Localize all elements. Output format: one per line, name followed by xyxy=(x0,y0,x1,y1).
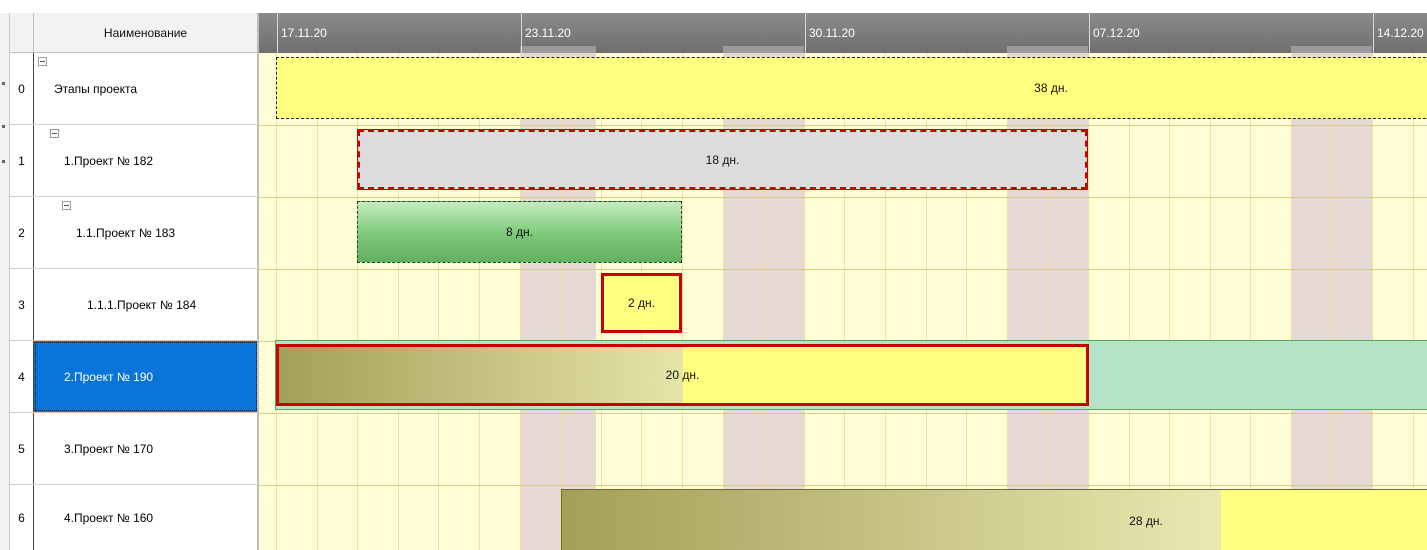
bar-progress-fill xyxy=(279,347,683,403)
day-gridline xyxy=(804,53,805,550)
weekend-marker xyxy=(1291,46,1372,53)
day-gridline xyxy=(885,53,886,550)
day-gridline xyxy=(1169,53,1170,550)
row-name-label: 2.Проект № 190 xyxy=(64,369,154,384)
weekend-marker xyxy=(723,46,804,53)
row-name[interactable]: 1.1.1.Проект № 184 xyxy=(34,269,258,340)
bar-duration-label: 20 дн. xyxy=(665,368,700,382)
row-gridline xyxy=(259,269,1427,270)
edge-marker xyxy=(2,125,5,128)
weekend-column xyxy=(520,53,596,550)
day-gridline xyxy=(844,53,845,550)
day-gridline xyxy=(1372,53,1373,550)
row-number: 3 xyxy=(10,269,34,340)
day-gridline xyxy=(560,53,561,550)
collapse-icon[interactable] xyxy=(50,129,59,138)
bar-duration-label: 18 дн. xyxy=(705,152,740,167)
gantt-bar-project-160[interactable]: 28 дн. xyxy=(561,489,1427,550)
name-column-header-label: Наименование xyxy=(103,25,188,40)
timeline-date-label: 30.11.20 xyxy=(805,13,855,53)
day-gridline xyxy=(926,53,927,550)
name-column-header[interactable]: Наименование xyxy=(34,13,258,53)
row-name[interactable]: 2.Проект № 190 xyxy=(34,341,258,412)
gantt-bar-project-190[interactable]: 20 дн. xyxy=(276,344,1089,406)
row-gridline xyxy=(259,197,1427,198)
row-name[interactable]: 1.1.Проект № 183 xyxy=(34,197,258,268)
day-gridline xyxy=(398,53,399,550)
day-gridline xyxy=(966,53,967,550)
row-gridline xyxy=(259,413,1427,414)
bar-duration-label: 28 дн. xyxy=(1129,514,1163,528)
day-gridline xyxy=(438,53,439,550)
gantt-bar-stages[interactable]: 38 дн. xyxy=(276,57,1427,119)
day-gridline xyxy=(763,53,764,550)
table-row-selected[interactable]: 4 2.Проект № 190 xyxy=(10,341,258,413)
row-name-label: 3.Проект № 170 xyxy=(64,441,154,456)
day-gridline xyxy=(1413,53,1414,550)
day-gridline xyxy=(317,53,318,550)
day-gridline xyxy=(357,53,358,550)
timeline-date-label: 07.12.20 xyxy=(1089,13,1140,53)
gantt-bar-project-182[interactable]: 18 дн. xyxy=(357,129,1088,190)
row-name[interactable]: Этапы проекта xyxy=(34,53,258,124)
timeline-date-label: 14.12.20 xyxy=(1373,13,1424,53)
weekend-marker xyxy=(1007,46,1088,53)
row-name-label: 1.1.1.Проект № 184 xyxy=(87,297,197,312)
table-row[interactable]: 1 1.Проект № 182 xyxy=(10,125,258,197)
row-number: 5 xyxy=(10,413,34,484)
top-strip xyxy=(0,0,258,13)
timeline-date-label: 17.11.20 xyxy=(277,13,327,53)
day-gridline xyxy=(1291,53,1292,550)
row-name-label: 1.1.Проект № 183 xyxy=(76,225,176,240)
day-gridline xyxy=(682,53,683,550)
row-number: 1 xyxy=(10,125,34,196)
gantt-chart-area[interactable]: 17.11.20 23.11.20 30.11.20 07.12.20 14.1… xyxy=(258,13,1427,550)
bar-duration-label: 2 дн. xyxy=(628,296,655,310)
row-name[interactable]: 4.Проект № 160 xyxy=(34,485,258,550)
row-number-header[interactable] xyxy=(10,13,34,53)
timeline-date-label: 23.11.20 xyxy=(521,13,571,53)
day-gridline xyxy=(723,53,724,550)
collapse-icon[interactable] xyxy=(62,201,71,210)
day-gridline xyxy=(1129,53,1130,550)
left-edge-strip xyxy=(0,0,10,550)
row-gridline xyxy=(259,485,1427,486)
table-row[interactable]: 0 Этапы проекта xyxy=(10,53,258,125)
day-gridline xyxy=(1210,53,1211,550)
day-gridline xyxy=(276,53,277,550)
row-name-label: 4.Проект № 160 xyxy=(64,510,154,525)
timeline-header[interactable]: 17.11.20 23.11.20 30.11.20 07.12.20 14.1… xyxy=(259,13,1427,53)
gantt-bar-project-184[interactable]: 2 дн. xyxy=(601,273,682,333)
row-number: 6 xyxy=(10,485,34,550)
bar-duration-label: 8 дн. xyxy=(506,225,533,239)
day-gridline xyxy=(1250,53,1251,550)
table-row[interactable]: 6 4.Проект № 160 xyxy=(10,485,258,550)
table-row[interactable]: 2 1.1.Проект № 183 xyxy=(10,197,258,269)
gantt-bar-project-183[interactable]: 8 дн. xyxy=(357,201,682,263)
row-number: 4 xyxy=(10,341,34,412)
row-name[interactable]: 3.Проект № 170 xyxy=(34,413,258,484)
day-gridline xyxy=(1088,53,1089,550)
day-gridline xyxy=(520,53,521,550)
row-number: 2 xyxy=(10,197,34,268)
day-gridline xyxy=(479,53,480,550)
collapse-icon[interactable] xyxy=(38,57,47,66)
day-gridline xyxy=(1047,53,1048,550)
bar-duration-label: 38 дн. xyxy=(1034,81,1068,95)
edge-marker xyxy=(2,82,5,85)
bar-progress-fill xyxy=(562,490,1221,550)
table-row[interactable]: 5 3.Проект № 170 xyxy=(10,413,258,485)
edge-marker xyxy=(2,160,5,163)
row-name[interactable]: 1.Проект № 182 xyxy=(34,125,258,196)
row-name-label: Этапы проекта xyxy=(54,81,138,96)
row-number: 0 xyxy=(10,53,34,124)
day-gridline xyxy=(1007,53,1008,550)
day-gridline xyxy=(1332,53,1333,550)
row-gridline xyxy=(259,125,1427,126)
row-name-label: 1.Проект № 182 xyxy=(64,153,154,168)
table-row[interactable]: 3 1.1.1.Проект № 184 xyxy=(10,269,258,341)
